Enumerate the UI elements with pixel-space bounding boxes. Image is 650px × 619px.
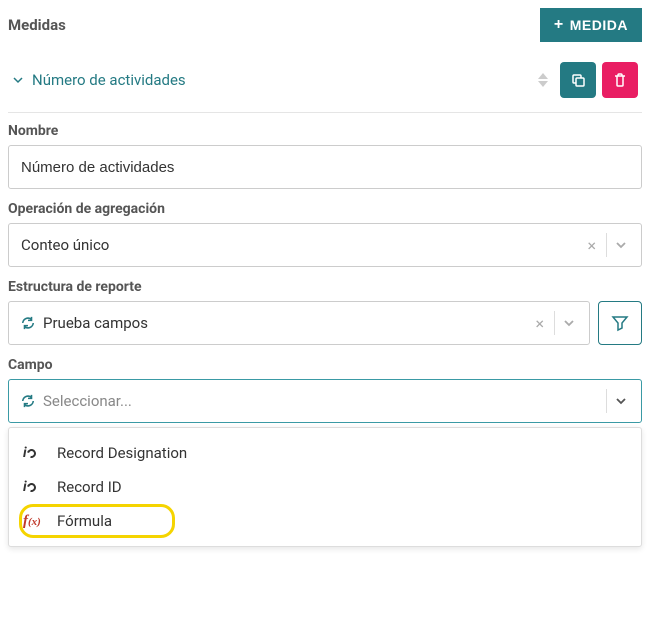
filter-icon bbox=[611, 314, 629, 332]
name-label: Nombre bbox=[8, 123, 642, 139]
refresh-icon bbox=[21, 316, 35, 330]
delete-button[interactable] bbox=[602, 62, 638, 98]
add-measure-button[interactable]: + MEDIDA bbox=[540, 8, 642, 42]
chevron-down-icon bbox=[563, 317, 575, 329]
campo-dropdown: i Record Designation i Record ID f(x) Fó… bbox=[8, 427, 642, 547]
record-icon: i bbox=[23, 479, 49, 495]
duplicate-button[interactable] bbox=[560, 62, 596, 98]
sort-down-icon[interactable] bbox=[536, 80, 550, 88]
refresh-icon bbox=[21, 394, 35, 408]
divider bbox=[554, 311, 555, 335]
sort-up-icon[interactable] bbox=[536, 72, 550, 80]
aggregation-clear-icon[interactable]: × bbox=[579, 236, 604, 255]
sort-arrows bbox=[536, 72, 550, 88]
option-formula[interactable]: f(x) Fórmula bbox=[9, 504, 641, 538]
chevron-down-icon bbox=[615, 395, 627, 407]
campo-label: Campo bbox=[8, 357, 642, 373]
campo-placeholder-text: Seleccionar... bbox=[43, 392, 132, 410]
structure-value-text: Prueba campos bbox=[43, 314, 148, 332]
campo-caret[interactable] bbox=[609, 395, 633, 407]
aggregation-select[interactable]: Conteo único × bbox=[8, 223, 642, 267]
option-label: Fórmula bbox=[57, 512, 112, 530]
duplicate-icon bbox=[570, 72, 586, 88]
collapsible-toggle[interactable]: Número de actividades bbox=[12, 71, 186, 89]
divider bbox=[606, 233, 607, 257]
trash-icon bbox=[612, 72, 628, 88]
option-record-designation[interactable]: i Record Designation bbox=[9, 436, 641, 470]
plus-icon: + bbox=[554, 17, 564, 33]
record-icon: i bbox=[23, 445, 49, 461]
structure-label: Estructura de reporte bbox=[8, 279, 642, 295]
divider bbox=[606, 389, 607, 413]
structure-clear-icon[interactable]: × bbox=[527, 314, 552, 333]
chevron-down-icon bbox=[615, 239, 627, 251]
option-record-id[interactable]: i Record ID bbox=[9, 470, 641, 504]
aggregation-caret[interactable] bbox=[609, 239, 633, 251]
chevron-down-icon bbox=[12, 74, 24, 86]
aggregation-value: Conteo único bbox=[21, 236, 579, 254]
filter-button[interactable] bbox=[598, 301, 642, 345]
campo-select[interactable]: Seleccionar... bbox=[8, 379, 642, 423]
option-label: Record ID bbox=[57, 478, 122, 496]
structure-caret[interactable] bbox=[557, 317, 581, 329]
structure-select[interactable]: Prueba campos × bbox=[8, 301, 590, 345]
section-title: Medidas bbox=[8, 16, 66, 34]
collapsible-title: Número de actividades bbox=[32, 71, 186, 89]
campo-placeholder: Seleccionar... bbox=[21, 392, 604, 410]
name-input[interactable] bbox=[8, 145, 642, 189]
add-measure-label: MEDIDA bbox=[570, 17, 628, 33]
structure-value: Prueba campos bbox=[21, 314, 527, 332]
aggregation-label: Operación de agregación bbox=[8, 201, 642, 217]
option-label: Record Designation bbox=[57, 444, 187, 462]
fx-icon: f(x) bbox=[23, 513, 49, 530]
